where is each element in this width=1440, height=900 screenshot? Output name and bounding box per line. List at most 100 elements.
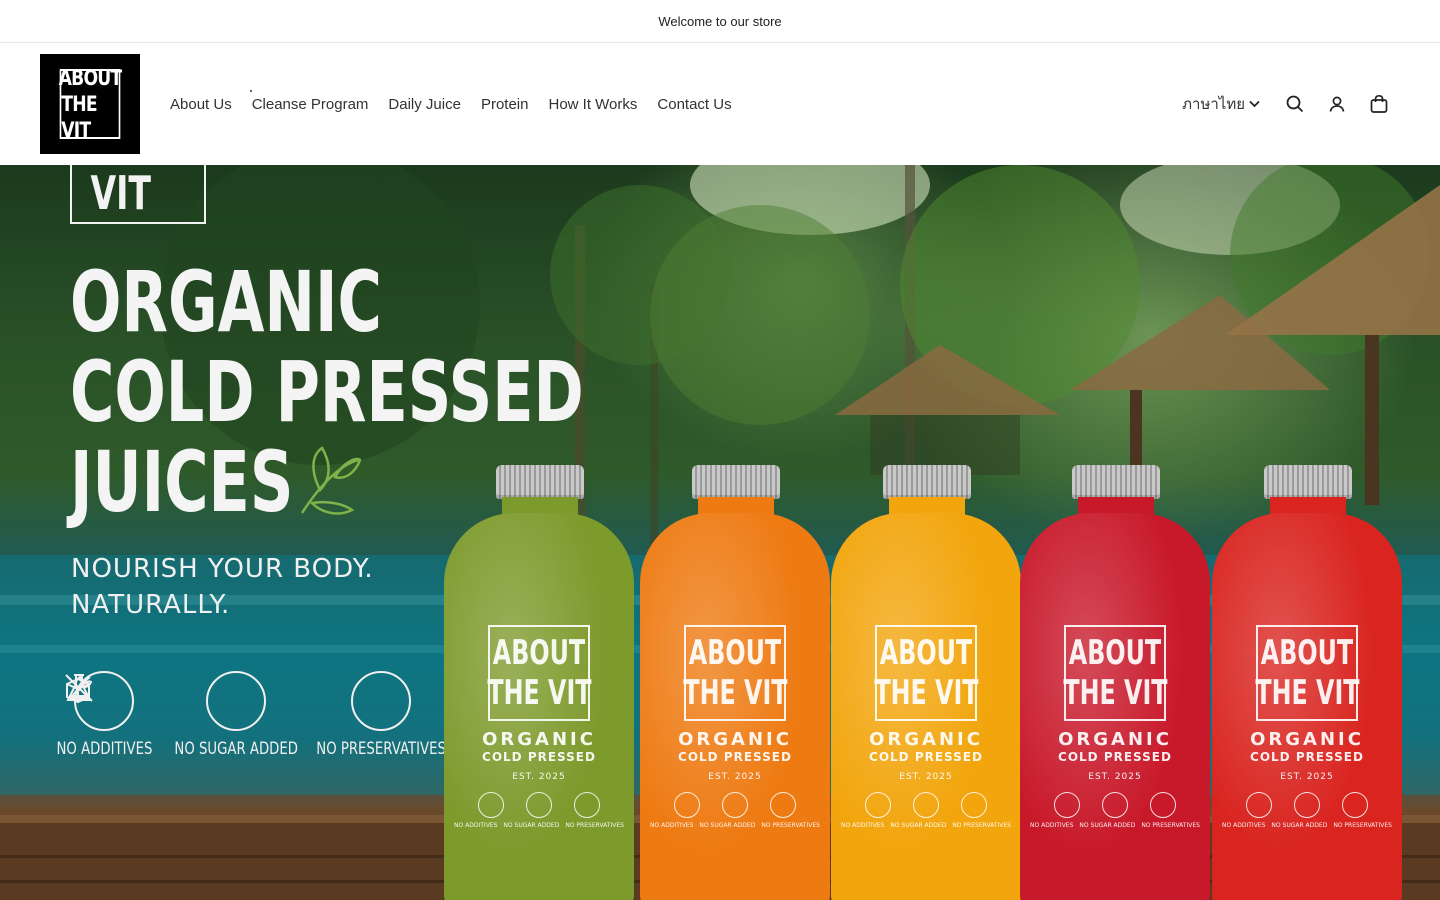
nav-protein[interactable]: Protein xyxy=(471,96,539,113)
bottle-mini-2: NO SUGAR ADDED xyxy=(699,822,756,829)
main-nav: About Us Cleanse Program Daily Juice Pro… xyxy=(160,89,742,113)
chevron-down-icon xyxy=(1249,100,1260,108)
logo-line-2: THE VIT xyxy=(61,92,97,142)
bottle-est: EST. 2025 xyxy=(899,772,953,782)
bottle-mini-3: NO PRESERVATIVES xyxy=(565,822,624,829)
bottle-cold-pressed: COLD PRESSED xyxy=(1250,750,1364,764)
nav-cleanse-program[interactable]: Cleanse Program xyxy=(242,89,379,113)
bottle-cold-pressed: COLD PRESSED xyxy=(678,750,792,764)
headline-line-2: COLD PRESSED xyxy=(70,343,584,441)
search-icon xyxy=(1286,95,1304,113)
bottle-est: EST. 2025 xyxy=(708,772,762,782)
announcement-bar: Welcome to our store xyxy=(0,0,1440,43)
bottle-cap xyxy=(1264,465,1352,499)
hero-banner[interactable]: THE VIT ORGANIC COLD PRESSED JUICES NOUR… xyxy=(0,165,1440,900)
juice-bottle: ABOUT THE VIT ORGANIC COLD PRESSED EST. 2025… xyxy=(1020,465,1210,900)
hero-subline: NOURISH YOUR BODY. NATURALLY. xyxy=(71,551,374,623)
announcement-text: Welcome to our store xyxy=(658,13,782,29)
bottle-mini-3: NO PRESERVATIVES xyxy=(1141,822,1200,829)
bottle-label: ABOUT THE VIT ORGANIC COLD PRESSED EST. 2025… xyxy=(444,625,634,829)
bottle-organic: ORGANIC xyxy=(482,729,596,750)
subline-2: NATURALLY. xyxy=(71,590,231,620)
bottle-organic: ORGANIC xyxy=(1058,729,1172,750)
bottle-cold-pressed: COLD PRESSED xyxy=(869,750,983,764)
hero-brand-mark: THE VIT xyxy=(70,165,206,224)
sugar-cube-icon xyxy=(722,792,748,818)
bottle-cap xyxy=(496,465,584,499)
language-label: ภาษาไทย xyxy=(1182,96,1245,113)
bottle-brand-2: THE VIT xyxy=(486,673,592,713)
bottle-mini-3: NO PRESERVATIVES xyxy=(1333,822,1392,829)
flask-icon xyxy=(674,792,700,818)
bottle-label: ABOUT THE VIT ORGANIC COLD PRESSED EST. 2025… xyxy=(1212,625,1402,829)
bottle-label: ABOUT THE VIT ORGANIC COLD PRESSED EST. 2025… xyxy=(831,625,1021,829)
bottle-organic: ORGANIC xyxy=(1250,729,1364,750)
cart-button[interactable] xyxy=(1358,83,1400,125)
badge-no-sugar: NO SUGAR ADDED xyxy=(65,671,316,759)
flask-icon xyxy=(1054,792,1080,818)
sugar-cube-icon xyxy=(1102,792,1128,818)
bottle-brand-2: THE VIT xyxy=(1254,673,1360,713)
bottle-mini-3: NO PRESERVATIVES xyxy=(761,822,820,829)
bottle-mini-2: NO SUGAR ADDED xyxy=(1271,822,1328,829)
bottle-label: ABOUT THE VIT ORGANIC COLD PRESSED EST. 2025… xyxy=(1020,625,1210,829)
leaf-icon xyxy=(574,792,600,818)
bottle-cold-pressed: COLD PRESSED xyxy=(482,750,596,764)
subline-1: NOURISH YOUR BODY. xyxy=(71,554,374,584)
bottle-est: EST. 2025 xyxy=(1280,772,1334,782)
account-button[interactable] xyxy=(1316,83,1358,125)
bottle-brand-2: THE VIT xyxy=(873,673,979,713)
sugar-cube-icon xyxy=(1294,792,1320,818)
bottle-est: EST. 2025 xyxy=(1088,772,1142,782)
bottle-cap xyxy=(692,465,780,499)
bottle-brand-1: ABOUT xyxy=(1260,633,1354,673)
nav-how-it-works[interactable]: How It Works xyxy=(538,96,647,113)
nav-about-us[interactable]: About Us xyxy=(160,96,242,113)
bottle-est: EST. 2025 xyxy=(512,772,566,782)
leaf-icon xyxy=(1342,792,1368,818)
bottle-organic: ORGANIC xyxy=(678,729,792,750)
bottle-mini-3: NO PRESERVATIVES xyxy=(952,822,1011,829)
bottle-mini-1: NO ADDITIVES xyxy=(650,822,694,829)
sugar-cube-icon xyxy=(913,792,939,818)
bottle-cold-pressed: COLD PRESSED xyxy=(1058,750,1172,764)
bottle-brand-2: THE VIT xyxy=(682,673,788,713)
account-icon xyxy=(1329,96,1345,112)
logo-line-1: ABOUT xyxy=(58,66,123,90)
bottle-cap xyxy=(883,465,971,499)
bottle-mini-1: NO ADDITIVES xyxy=(841,822,885,829)
leaf-icon xyxy=(961,792,987,818)
header-utilities: ภาษาไทย xyxy=(1182,83,1400,125)
nav-daily-juice[interactable]: Daily Juice xyxy=(378,96,471,113)
leaf-icon xyxy=(1150,792,1176,818)
bottle-mini-1: NO ADDITIVES xyxy=(1030,822,1074,829)
bottle-mini-2: NO SUGAR ADDED xyxy=(890,822,947,829)
bottle-brand-1: ABOUT xyxy=(879,633,973,673)
bottle-label: ABOUT THE VIT ORGANIC COLD PRESSED EST. 2025… xyxy=(640,625,830,829)
bottle-mini-2: NO SUGAR ADDED xyxy=(1079,822,1136,829)
leaf-icon xyxy=(770,792,796,818)
bottle-cap xyxy=(1072,465,1160,499)
nav-contact-us[interactable]: Contact Us xyxy=(647,96,741,113)
site-header: ABOUT THE VIT About Us Cleanse Program D… xyxy=(0,43,1440,165)
juice-bottle: ABOUT THE VIT ORGANIC COLD PRESSED EST. 2025… xyxy=(1212,465,1402,900)
store-logo[interactable]: ABOUT THE VIT xyxy=(40,54,140,154)
language-selector[interactable]: ภาษาไทย xyxy=(1182,92,1274,116)
bottle-brand-2: THE VIT xyxy=(1062,673,1168,713)
hero-badges: NO ADDITIVES NO SUGAR ADDED NO PRESERVAT… xyxy=(56,671,446,759)
leaf-icon xyxy=(69,675,93,700)
bottle-mini-1: NO ADDITIVES xyxy=(454,822,498,829)
search-button[interactable] xyxy=(1274,83,1316,125)
juice-bottle: ABOUT THE VIT ORGANIC COLD PRESSED EST. 2025… xyxy=(831,465,1021,900)
flask-icon xyxy=(478,792,504,818)
badge-no-preservatives: NO PRESERVATIVES xyxy=(69,671,446,759)
juice-bottle: ABOUT THE VIT ORGANIC COLD PRESSED EST. 2025… xyxy=(640,465,830,900)
bottle-mini-2: NO SUGAR ADDED xyxy=(503,822,560,829)
bottle-brand-1: ABOUT xyxy=(688,633,782,673)
flask-icon xyxy=(1246,792,1272,818)
flask-icon xyxy=(865,792,891,818)
bottle-mini-1: NO ADDITIVES xyxy=(1222,822,1266,829)
bottle-brand-1: ABOUT xyxy=(1068,633,1162,673)
sugar-cube-icon xyxy=(526,792,552,818)
bottle-organic: ORGANIC xyxy=(869,729,983,750)
